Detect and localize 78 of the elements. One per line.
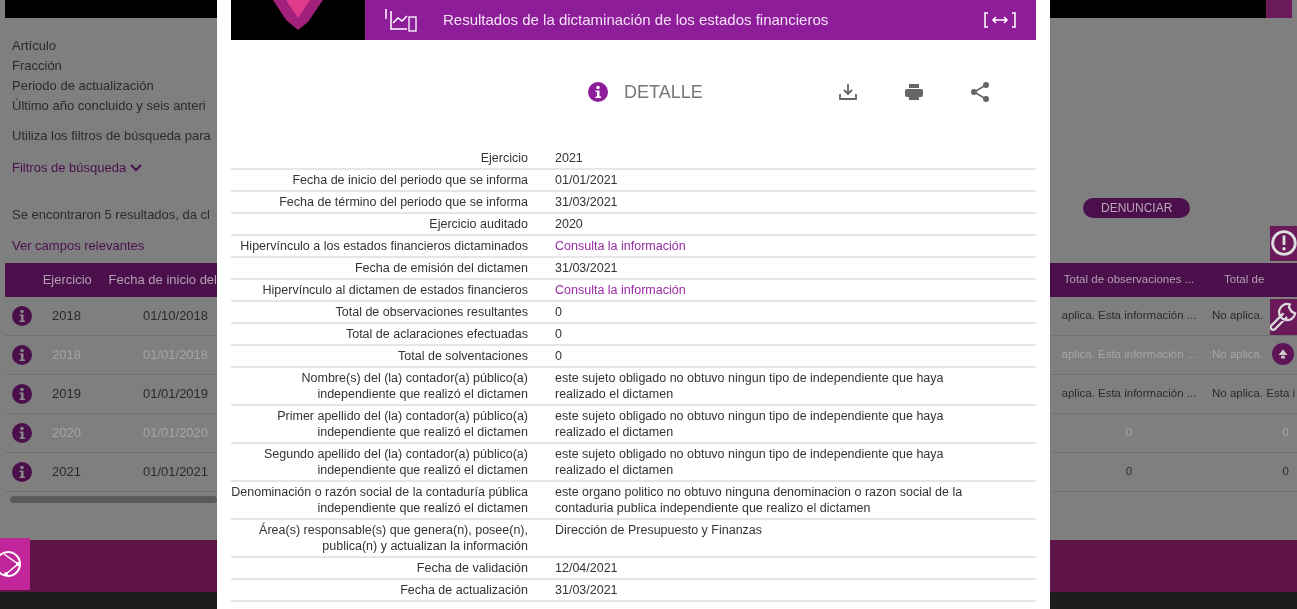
field-label: Hipervínculo al dictamen de estados financieros — [261, 282, 529, 298]
field-value: 31/03/2021 — [555, 582, 619, 598]
field-label: Fecha de término del periodo que se informa — [278, 194, 529, 210]
info-link[interactable]: Consulta la información — [555, 283, 686, 297]
field-value: 2020 — [555, 216, 584, 232]
results-text: Se encontraron 5 resultados, da cl — [11, 206, 211, 224]
field-label: Artículo — [11, 37, 58, 55]
field-value: Dirección de Presupuesto y Finanzas — [555, 522, 764, 539]
table-cell-text: aplica. Esta información ... — [1060, 386, 1198, 402]
relevant-fields-link[interactable]: Ver campos relevantes — [5, 236, 217, 256]
field-value: 0 — [555, 326, 563, 342]
field-value: 31/03/2021 — [555, 194, 619, 210]
field-label: Fecha de actualización — [399, 582, 529, 598]
column-header: Fecha de inicio del — [108, 271, 217, 290]
field-label: Total de solventaciones — [397, 348, 529, 364]
table-cell-text: 0 — [1281, 464, 1290, 480]
field-value: este organo politico no obtuvo ninguna denominacion o razon social de la contaduria publica independiente que realizo el dictamen — [555, 484, 964, 516]
wrench-icon[interactable] — [1270, 299, 1297, 335]
field-label: Fracción — [11, 57, 63, 75]
field-label: Fecha de inicio del periodo que se informa — [291, 172, 529, 188]
field-label: Fecha de validación — [415, 560, 529, 576]
field-label: Primer apellido del (la) contador(a) público(a) independiente que realizó el dictamen — [276, 408, 529, 440]
table-cell-text: 2019 — [52, 385, 82, 404]
field-label: Periodo de actualización — [11, 77, 155, 95]
share-icon[interactable] — [969, 81, 990, 103]
report-button[interactable]: DENUNCIAR — [1083, 198, 1191, 218]
table-cell-text: 0 — [1124, 464, 1134, 480]
field-label: Hipervínculo a los estados financieros dictaminados — [239, 238, 529, 254]
table-cell-text: 2018 — [52, 307, 82, 326]
field-label: Área(s) responsable(s) que genera(n), posee(n), publica(n) y actualizan la información — [258, 522, 529, 554]
header-bar — [1266, 0, 1292, 18]
table-cell-text: aplica. Esta información ... — [1060, 308, 1198, 324]
field-label: Último año concluido y seis anteri — [11, 97, 207, 115]
download-icon[interactable] — [837, 83, 858, 101]
expand-icon[interactable] — [984, 12, 1016, 28]
column-header: Ejercicio — [42, 271, 93, 290]
field-value: este sujeto obligado no obtuvo ningun tipo de independiente que haya realizado el dictamen — [555, 408, 945, 440]
alert-icon[interactable] — [1270, 226, 1297, 261]
table-cell-text: No aplica. Esta i — [1211, 386, 1296, 402]
print-icon[interactable] — [903, 83, 924, 101]
table-cell-text: No aplica. — [1211, 308, 1264, 324]
table-cell-text: 2021 — [52, 463, 82, 482]
info-icon[interactable] — [12, 462, 32, 482]
column-header: Total de observaciones ... — [1062, 272, 1196, 288]
table-cell-text: 01/01/2021 — [143, 463, 209, 482]
info-icon — [588, 82, 608, 102]
field-value: 12/04/2021 — [555, 560, 619, 576]
field-label: Ejercicio auditado — [428, 216, 529, 232]
field-value: 2021 — [555, 150, 584, 166]
field-value: este sujeto obligado no obtuvo ningun tipo de independiente que haya realizado el dictamen — [555, 446, 945, 478]
filters-link[interactable]: Filtros de búsqueda — [12, 158, 127, 178]
field-label: Total de observaciones resultantes — [334, 304, 529, 320]
info-icon[interactable] — [12, 423, 32, 443]
field-label: Segundo apellido del (la) contador(a) público(a) independiente que realizó el dictamen — [262, 446, 529, 478]
field-label: Total de aclaraciones efectuadas — [344, 326, 529, 342]
field-value: 01/01/2021 — [555, 172, 619, 188]
scroll-up-icon[interactable] — [1272, 343, 1294, 365]
field-value: 0 — [555, 348, 563, 364]
chart-icon — [385, 7, 417, 33]
scrollbar[interactable] — [10, 496, 217, 503]
field-value: este sujeto obligado no obtuvo ningun tipo de independiente que haya realizado el dictamen — [555, 370, 945, 402]
dialog-title: Resultados de la dictaminación de los estados financieros — [443, 9, 829, 30]
column-header: Total de — [1223, 272, 1265, 288]
info-icon[interactable] — [12, 306, 32, 326]
chevron-down-icon[interactable] — [130, 164, 143, 172]
field-value: 0 — [555, 304, 563, 320]
info-icon[interactable] — [12, 384, 32, 404]
info-link[interactable]: Consulta la información — [555, 239, 686, 253]
field-value: 31/03/2021 — [555, 260, 619, 276]
table-cell-text: 01/10/2018 — [143, 307, 209, 326]
info-icon[interactable] — [12, 345, 32, 365]
field-label: Fecha de emisión del dictamen — [354, 260, 529, 276]
table-cell-text: 01/01/2019 — [143, 385, 209, 404]
field-label: Denominación o razón social de la contaduría pública independiente que realizó el dictamen — [231, 484, 529, 516]
field-label: Ejercicio — [479, 150, 529, 166]
field-label: Nombre(s) del (la) contador(a) público(a) independiente que realizó el dictamen — [300, 370, 529, 402]
instructions-text: Utiliza los filtros de búsqueda para — [11, 127, 212, 145]
detail-heading: DETALLE — [624, 80, 703, 104]
